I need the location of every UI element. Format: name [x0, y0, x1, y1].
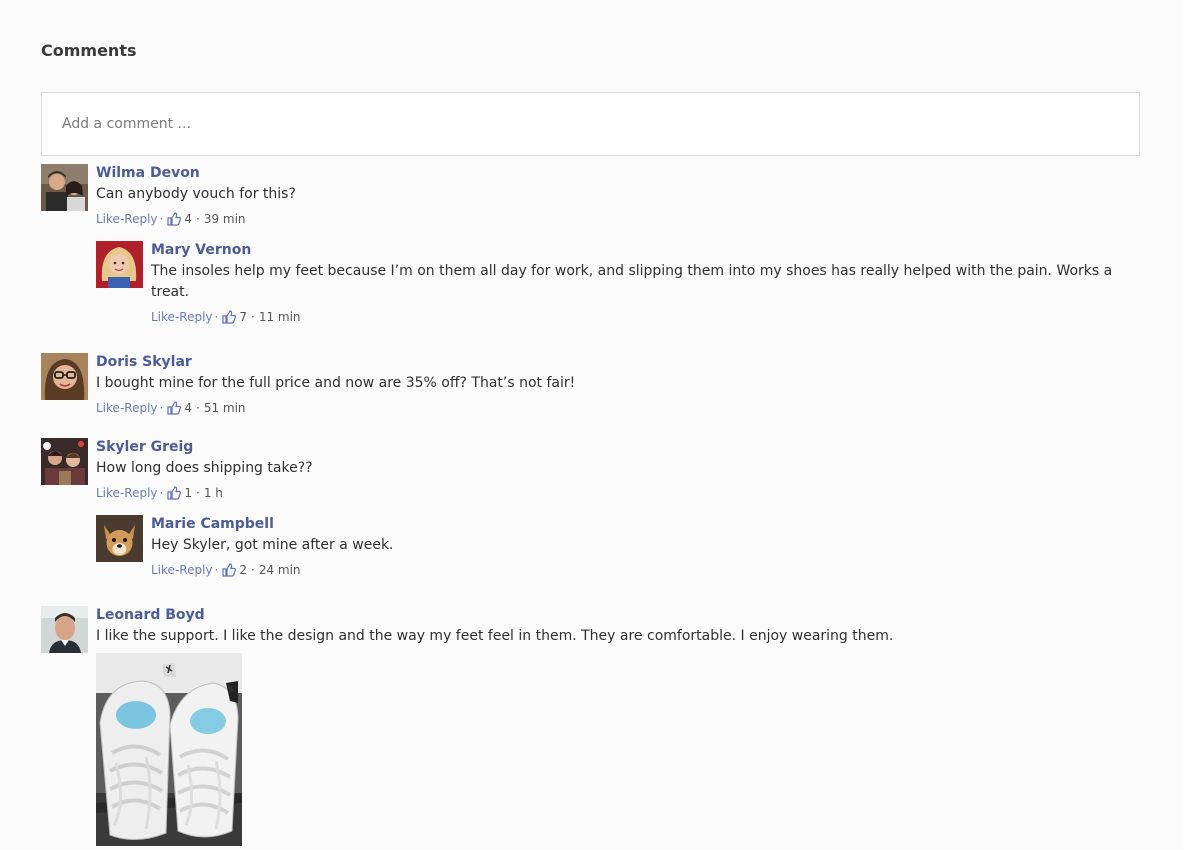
comment-time: 39 min [203, 212, 246, 226]
comment-text-line: The insoles help my feet because I’m on … [151, 263, 1113, 279]
commenter-name[interactable]: Marie Campbell [151, 515, 394, 534]
comment-input-box[interactable] [41, 92, 1140, 156]
commenter-name[interactable]: Skyler Greig [96, 438, 313, 457]
like-link[interactable]: Like [151, 562, 175, 578]
reply-link[interactable]: -Reply [175, 562, 213, 578]
comment-input[interactable] [42, 93, 1139, 155]
meta-separator: · [214, 563, 219, 577]
couple-photo-avatar[interactable] [41, 164, 88, 211]
commenter-name[interactable]: Wilma Devon [96, 164, 296, 183]
comments-heading: Comments [41, 41, 137, 60]
comment-text: The insoles help my feet because I’m on … [151, 261, 1112, 303]
commenter-name[interactable]: Doris Skylar [96, 353, 575, 372]
comment-meta: Like -Reply · 2 · 24 min [151, 562, 394, 578]
comment-time: 1 h [203, 486, 223, 500]
comment-time: 24 min [258, 563, 301, 577]
like-count: 1 [184, 486, 192, 500]
like-count: 4 [184, 212, 192, 226]
comment-text: Can anybody vouch for this? [96, 186, 296, 202]
comment-time: 51 min [203, 401, 246, 415]
meta-separator: · [195, 486, 200, 500]
thumbs-up-icon [167, 212, 182, 226]
meta-separator: · [195, 212, 200, 226]
meta-separator: · [195, 401, 200, 415]
commenter-name[interactable]: Mary Vernon [151, 241, 1112, 260]
comment-item: Leonard Boyd I like the support. I like … [41, 606, 893, 653]
commenter-name[interactable]: Leonard Boyd [96, 606, 893, 625]
comments-page: Comments Wilma Devon Can anybody vouch f… [0, 0, 1183, 850]
reply-link[interactable]: -Reply [120, 485, 158, 501]
comment-meta: Like -Reply · 7 · 11 min [151, 309, 1112, 325]
like-count: 7 [239, 310, 247, 324]
group-photo-avatar[interactable] [41, 438, 88, 485]
thumbs-up-icon [222, 310, 237, 324]
like-link[interactable]: Like [96, 211, 120, 227]
meta-separator: · [159, 401, 164, 415]
meta-separator: · [250, 563, 255, 577]
meta-separator: · [250, 310, 255, 324]
reply-link[interactable]: -Reply [175, 309, 213, 325]
comment-text: I bought mine for the full price and now… [96, 375, 576, 391]
thumbs-up-icon [167, 401, 182, 415]
comment-meta: Like -Reply · 4 · 51 min [96, 400, 575, 416]
like-count: 2 [239, 563, 247, 577]
reply-link[interactable]: -Reply [120, 400, 158, 416]
meta-separator: · [159, 212, 164, 226]
reply-item: Mary Vernon The insoles help my feet bec… [96, 241, 1156, 325]
comment-text-line: treat. [151, 284, 190, 300]
reply-item: Marie Campbell Hey Skyler, got mine afte… [96, 515, 394, 578]
comment-item: Skyler Greig How long does shipping take… [41, 438, 313, 501]
woman-glasses-avatar[interactable] [41, 353, 88, 400]
comment-time: 11 min [258, 310, 301, 324]
thumbs-up-icon [222, 563, 237, 577]
sneakers-with-insoles-photo[interactable] [96, 653, 242, 846]
comment-item: Doris Skylar I bought mine for the full … [41, 353, 575, 416]
comment-item: Wilma Devon Can anybody vouch for this? … [41, 164, 296, 227]
like-link[interactable]: Like [151, 309, 175, 325]
dog-avatar[interactable] [96, 515, 143, 562]
like-count: 4 [184, 401, 192, 415]
like-link[interactable]: Like [96, 485, 120, 501]
meta-separator: · [159, 486, 164, 500]
comment-text: Hey Skyler, got mine after a week. [151, 537, 394, 553]
reply-link[interactable]: -Reply [120, 211, 158, 227]
comment-meta: Like -Reply · 1 · 1 h [96, 485, 313, 501]
blonde-woman-avatar[interactable] [96, 241, 143, 288]
comment-text: How long does shipping take?? [96, 460, 313, 476]
comment-text: I like the support. I like the design an… [96, 628, 894, 644]
thumbs-up-icon [167, 486, 182, 500]
like-link[interactable]: Like [96, 400, 120, 416]
meta-separator: · [214, 310, 219, 324]
comment-meta: Like -Reply · 4 · 39 min [96, 211, 296, 227]
man-avatar[interactable] [41, 606, 88, 653]
